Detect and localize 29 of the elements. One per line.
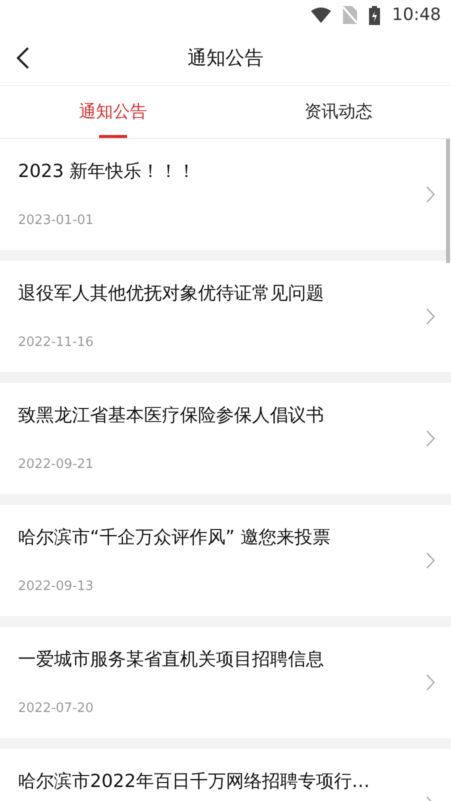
notice-date: 2022-07-20 <box>18 701 95 716</box>
notice-item[interactable]: 哈尔滨市2022年百日千万网络招聘专项行… <box>0 749 451 801</box>
notice-title: 2023 新年快乐！！！ <box>18 160 197 183</box>
notice-date: 2022-11-16 <box>18 335 95 350</box>
notice-date: 2023-01-01 <box>18 213 95 228</box>
chevron-right-icon <box>426 186 435 203</box>
clock-time: 10:48 <box>392 5 441 25</box>
notice-title: 哈尔滨市2022年百日千万网络招聘专项行… <box>18 770 371 793</box>
notice-item[interactable]: 一爱城市服务某省直机关项目招聘信息 2022-07-20 <box>0 627 451 738</box>
notice-item[interactable]: 哈尔滨市“千企万众评作风” 邀您来投票 2022-09-13 <box>0 505 451 616</box>
battery-icon <box>369 6 380 24</box>
back-icon <box>16 46 30 70</box>
notice-title: 一爱城市服务某省直机关项目招聘信息 <box>18 648 325 671</box>
chevron-right-icon <box>426 308 435 325</box>
wifi-icon <box>311 7 331 23</box>
chevron-right-icon <box>426 430 435 447</box>
chevron-right-icon <box>426 674 435 691</box>
notice-title: 退役军人其他优抚对象优待证常见问题 <box>18 282 325 305</box>
notice-title: 致黑龙江省基本医疗保险参保人倡议书 <box>18 404 325 427</box>
page-title: 通知公告 <box>188 46 264 70</box>
notice-date: 2022-09-21 <box>18 457 95 472</box>
notice-item[interactable]: 2023 新年快乐！！！ 2023-01-01 <box>0 139 451 250</box>
notice-item[interactable]: 退役军人其他优抚对象优待证常见问题 2022-11-16 <box>0 261 451 372</box>
no-sim-icon <box>343 6 357 24</box>
notice-date: 2022-09-13 <box>18 579 95 594</box>
tab[interactable]: 资讯动态 <box>226 86 451 138</box>
notice-title: 哈尔滨市“千企万众评作风” 邀您来投票 <box>18 526 332 549</box>
chevron-right-icon <box>426 552 435 569</box>
notice-item[interactable]: 致黑龙江省基本医疗保险参保人倡议书 2022-09-21 <box>0 383 451 494</box>
